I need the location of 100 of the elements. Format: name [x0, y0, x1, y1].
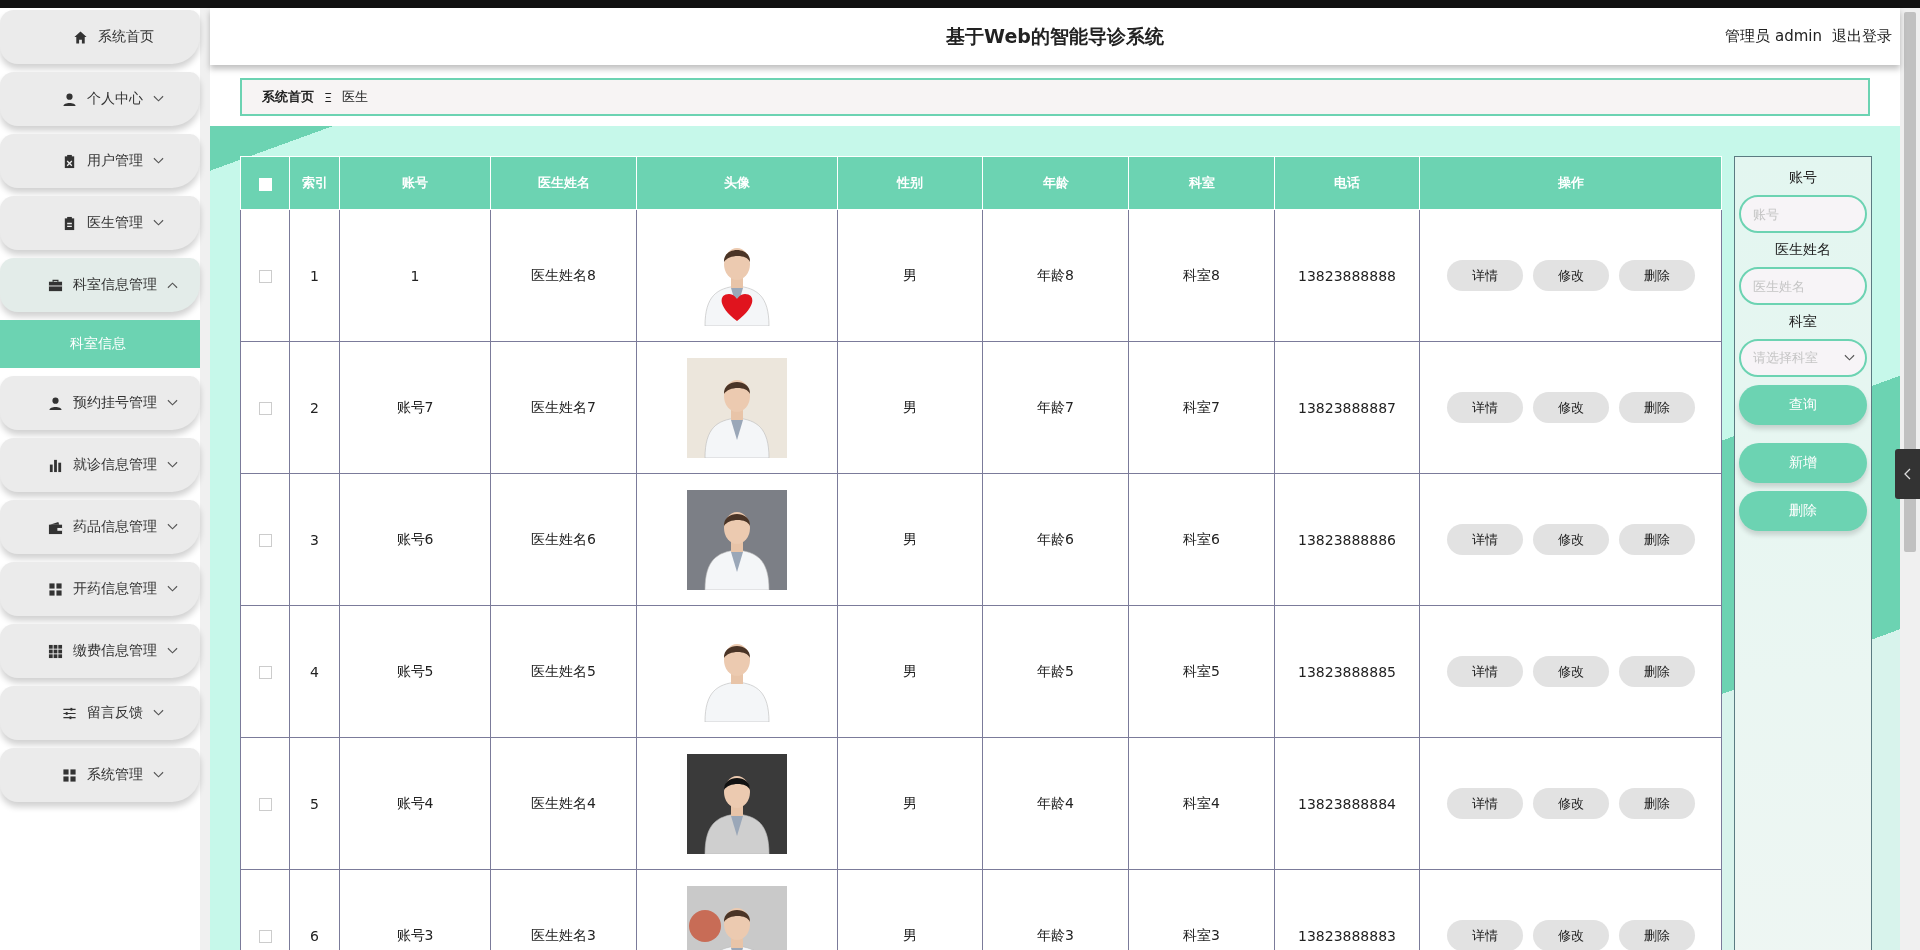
table-cell: 1 [289, 209, 340, 342]
action-button[interactable]: 详情 [1446, 392, 1523, 423]
table-cell: 年龄4 [982, 737, 1129, 870]
action-button[interactable]: 删除 [1618, 392, 1695, 423]
table-cell: 男 [837, 737, 983, 870]
action-button[interactable]: 详情 [1446, 260, 1523, 291]
row-checkbox[interactable] [258, 402, 272, 415]
action-button[interactable]: 修改 [1532, 656, 1609, 687]
column-header: 科室 [1128, 156, 1275, 210]
action-button[interactable]: 删除 [1618, 920, 1695, 950]
sidebar-item[interactable]: 就诊信息管理 [0, 438, 200, 492]
briefcase-icon [48, 277, 63, 293]
sidebar-item[interactable]: 缴费信息管理 [0, 624, 200, 678]
table-cell: 4 [289, 605, 340, 738]
sidebar-item[interactable]: 用户管理 [0, 134, 200, 188]
action-button[interactable]: 删除 [1618, 260, 1695, 291]
row-checkbox[interactable] [258, 666, 272, 679]
column-header: 医生姓名 [490, 156, 637, 210]
row-checkbox[interactable] [258, 270, 272, 283]
table-cell: 男 [837, 605, 983, 738]
column-header: 头像 [636, 156, 838, 210]
table-cell: 2 [289, 341, 340, 474]
field-label: 医生姓名 [1775, 241, 1831, 259]
table-cell: 账号4 [339, 737, 491, 870]
action-button[interactable]: 详情 [1446, 656, 1523, 687]
user-label: 管理员 admin [1725, 27, 1822, 46]
table-cell: 科室5 [1128, 605, 1275, 738]
grid-icon [62, 767, 77, 783]
action-button[interactable]: 修改 [1532, 524, 1609, 555]
table-cell: 13823888884 [1274, 737, 1420, 870]
table-cell: 科室6 [1128, 473, 1275, 606]
row-checkbox[interactable] [258, 930, 272, 943]
table-cell: 13823888888 [1274, 209, 1420, 342]
table-cell: 5 [289, 737, 340, 870]
table-cell: 医生姓名4 [490, 737, 637, 870]
table-cell: 年龄5 [982, 605, 1129, 738]
action-button[interactable]: 修改 [1532, 260, 1609, 291]
chevron-icon [167, 647, 178, 655]
sidebar-item[interactable]: 开药信息管理 [0, 562, 200, 616]
grid-icon [48, 581, 63, 597]
breadcrumb-link[interactable]: 系统首页 [262, 88, 314, 106]
breadcrumb-separator: Ξ [324, 89, 333, 105]
sidebar-item[interactable]: 系统管理 [0, 748, 200, 802]
table-cell: 科室8 [1128, 209, 1275, 342]
action-button[interactable]: 删除 [1618, 656, 1695, 687]
table-cell: 年龄6 [982, 473, 1129, 606]
table-cell: 13823888886 [1274, 473, 1420, 606]
chevron-icon [167, 523, 178, 531]
action-button[interactable]: 详情 [1446, 524, 1523, 555]
table-cell: 男 [837, 209, 983, 342]
table-cell: 账号5 [339, 605, 491, 738]
table-cell: 医生姓名5 [490, 605, 637, 738]
sidebar-item[interactable]: 药品信息管理 [0, 500, 200, 554]
sliders-icon [62, 705, 77, 721]
action-button[interactable]: 详情 [1446, 920, 1523, 950]
table-cell: 1 [339, 209, 491, 342]
table-cell: 账号7 [339, 341, 491, 474]
home-icon [72, 29, 88, 45]
sidebar-item[interactable]: 预约挂号管理 [0, 376, 200, 430]
table-cell: 年龄8 [982, 209, 1129, 342]
scrollbar[interactable] [1900, 8, 1920, 950]
action-button[interactable]: 修改 [1532, 920, 1609, 950]
grid-icon [48, 643, 63, 659]
table-cell: 13823888887 [1274, 341, 1420, 474]
chevron-icon [167, 585, 178, 593]
chevron-icon [167, 461, 178, 469]
sidebar-item[interactable]: 医生管理 [0, 196, 200, 250]
chevron-icon [153, 219, 164, 227]
bar-chart-icon [48, 457, 63, 473]
action-button[interactable]: 删除 [1618, 788, 1695, 819]
chevron-icon [153, 771, 164, 779]
column-header: 性别 [837, 156, 983, 210]
sidebar-item[interactable]: 留言反馈 [0, 686, 200, 740]
table-cell: 年龄7 [982, 341, 1129, 474]
table-cell: 医生姓名7 [490, 341, 637, 474]
sidebar-item[interactable]: 科室信息管理 [0, 258, 200, 312]
person-icon [48, 395, 63, 411]
chevron-icon [167, 281, 178, 289]
app-title: 基于Web的智能导诊系统 [946, 23, 1164, 49]
row-checkbox[interactable] [258, 534, 272, 547]
chevron-left-icon [1903, 468, 1912, 480]
logout-link[interactable]: 退出登录 [1832, 27, 1892, 46]
select-all-checkbox[interactable] [258, 177, 272, 191]
sidebar-item[interactable]: 个人中心 [0, 72, 200, 126]
wallet-icon [48, 519, 63, 535]
table-cell: 医生姓名8 [490, 209, 637, 342]
sidebar-item[interactable]: 系统首页 [0, 10, 200, 64]
column-header: 操作 [1419, 156, 1722, 210]
action-button[interactable]: 修改 [1532, 788, 1609, 819]
action-button[interactable]: 详情 [1446, 788, 1523, 819]
table-cell: 科室7 [1128, 341, 1275, 474]
breadcrumb-current: 医生 [342, 88, 369, 106]
row-checkbox[interactable] [258, 798, 272, 811]
action-button[interactable]: 修改 [1532, 392, 1609, 423]
action-button[interactable]: 删除 [1618, 524, 1695, 555]
column-header: 账号 [339, 156, 491, 210]
table-cell: 科室4 [1128, 737, 1275, 870]
field-label: 科室 [1789, 313, 1817, 331]
column-header: 索引 [289, 156, 340, 210]
collapse-tab[interactable] [1895, 449, 1920, 499]
